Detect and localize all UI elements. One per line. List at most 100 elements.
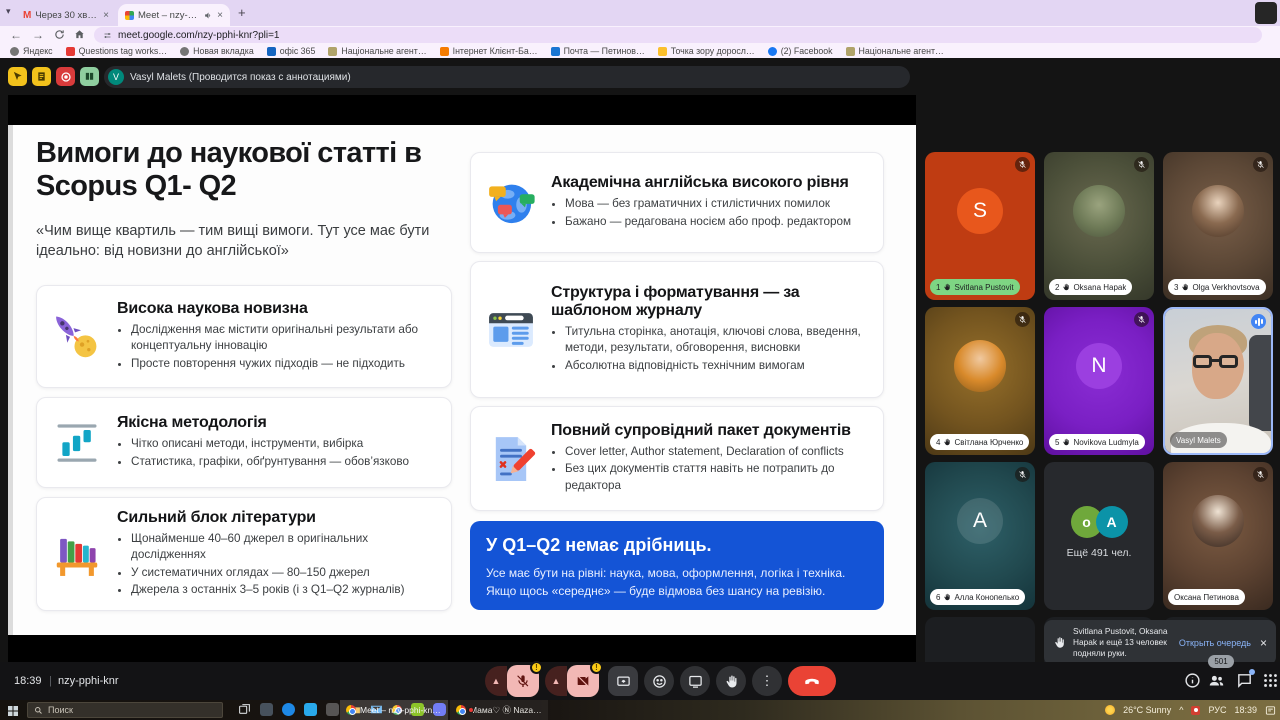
card-bullets: Cover letter, Author statement, Declarat… [551, 444, 871, 493]
bookmark-favicon [180, 47, 189, 56]
participant-tile-vasyl-malets-speaking[interactable]: Vasyl Malets [1163, 307, 1273, 455]
home-icon[interactable] [74, 29, 85, 40]
participant-label: Vasyl Malets [1170, 432, 1227, 448]
raised-hand-icon [943, 593, 951, 601]
bookmark-item[interactable]: Точка зору доросл… [658, 46, 755, 56]
browser-profile-button[interactable] [1255, 2, 1277, 24]
taskbar-search-box[interactable]: Поиск [27, 702, 223, 718]
meeting-time: 18:39 [14, 675, 42, 687]
avatar [1073, 185, 1125, 237]
bookmark-item[interactable]: Questions tag works… [66, 46, 168, 56]
card-title: Сильний блок літератури [117, 509, 439, 527]
browser-tab-gmail[interactable]: M Через 30 хвилин починаються… × [16, 4, 116, 26]
raised-hand-icon [943, 438, 951, 446]
site-settings-icon[interactable] [103, 31, 112, 40]
bookmark-item[interactable]: Почта — Петинов… [551, 46, 645, 56]
address-bar[interactable]: meet.google.com/nzy-pphi-knr?pli=1 [94, 27, 1262, 43]
card-structure: Структура і форматування — за шаблоном ж… [470, 261, 884, 398]
bookmark-item[interactable]: (2) Facebook [768, 46, 833, 56]
keyboard-language[interactable]: РУС [1208, 705, 1226, 715]
task-view-icon[interactable] [238, 703, 251, 716]
app-icon-gray[interactable] [326, 703, 339, 716]
meet-favicon [125, 11, 134, 20]
activities-button[interactable] [1262, 672, 1279, 694]
tab-search-icon[interactable]: ▾ [6, 6, 11, 17]
weather-text[interactable]: 26°C Sunny [1123, 705, 1171, 715]
end-call-icon [803, 672, 821, 690]
participant-tile-olga-verkhovtsova[interactable]: 3 Olga Verkhovtsova [1163, 152, 1273, 300]
tab-audio-icon[interactable] [204, 11, 213, 20]
participant-label: 1 Svitlana Pustovit [930, 279, 1020, 295]
people-icon [1208, 672, 1225, 689]
participant-tile-oksana-petinova[interactable]: Оксана Петинова [1163, 462, 1273, 610]
toast-close-icon[interactable]: × [1260, 636, 1267, 650]
search-placeholder: Поиск [48, 705, 73, 715]
reactions-button[interactable] [644, 666, 674, 696]
participant-tile-novikova-ludmyla[interactable]: N 5 Novikova Ludmyla [1044, 307, 1154, 455]
taskbar-clock[interactable]: 18:39 [1234, 705, 1257, 715]
tab-close-icon[interactable]: × [217, 10, 223, 21]
card-bullets: Титульна сторінка, анотація, ключові сло… [551, 324, 871, 373]
taskbar-window-other[interactable]: Мама♡ Ⓝ Nazar [31… [450, 700, 548, 720]
back-icon[interactable]: ← [10, 28, 22, 42]
bookmark-item[interactable]: Національне агент… [846, 46, 944, 56]
participant-label: Оксана Петинова [1168, 589, 1245, 605]
bookmark-item[interactable]: Національне агент… [328, 46, 426, 56]
raised-hand-icon [943, 283, 951, 291]
notification-center-icon[interactable] [1265, 705, 1276, 716]
end-call-button[interactable] [788, 666, 836, 696]
camera-toggle-button-off[interactable]: ! [567, 665, 599, 697]
bookmark-item[interactable]: офіс 365 [267, 46, 316, 56]
participant-tile-oksana-hapak[interactable]: 2 Oksana Hapak [1044, 152, 1154, 300]
participant-tile-svitlana-yurchenko[interactable]: 4 Світлана Юрченко [925, 307, 1035, 455]
app-icon-dark[interactable] [260, 703, 273, 716]
mic-off-icon [1015, 467, 1030, 482]
participant-label: 3 Olga Verkhovtsova [1168, 279, 1266, 295]
more-options-button[interactable]: ⋮ [752, 666, 782, 696]
annotation-cursor-button[interactable] [8, 67, 27, 86]
open-queue-link[interactable]: Открыть очередь [1179, 638, 1251, 648]
mic-options-chevron[interactable]: ▲ [485, 666, 507, 696]
meeting-info-button[interactable] [1184, 672, 1201, 694]
meet-main-area: V Vasyl Malets (Проводится показ с аннот… [0, 58, 1280, 662]
forward-icon[interactable]: → [32, 28, 44, 42]
bookmark-item[interactable]: Інтернет Клієнт-Ба… [440, 46, 538, 56]
tab-close-icon[interactable]: × [103, 10, 109, 21]
new-tab-button[interactable]: + [238, 5, 246, 20]
tray-app-icon[interactable] [1191, 706, 1200, 715]
start-button[interactable] [7, 704, 19, 720]
annotation-notes-button[interactable] [32, 67, 51, 86]
participant-tile-alla-konopelko[interactable]: A 6 Алла Конопелько [925, 462, 1035, 610]
present-button[interactable] [680, 666, 710, 696]
record-indicator-button[interactable] [56, 67, 75, 86]
participant-tile-svitlana-pustovit[interactable]: S 1 Svitlana Pustovit [925, 152, 1035, 300]
participants-button[interactable] [1208, 672, 1225, 694]
smiley-icon [652, 674, 667, 689]
bookmark-item[interactable]: Яндекс [10, 46, 53, 56]
presenter-avatar: V [108, 69, 124, 85]
browser-tab-meet-active[interactable]: Meet – nzy-pphi-knr × [118, 4, 230, 26]
screen: ▾ M Через 30 хвилин починаються… × Meet … [0, 0, 1280, 720]
screen-share-button[interactable] [608, 666, 638, 696]
card-methodology: Якісна методологія Чітко описані методи,… [36, 397, 452, 488]
bookmark-item[interactable]: Новая вкладка [180, 46, 254, 56]
chat-button[interactable] [1236, 672, 1253, 694]
raise-hand-button[interactable] [716, 666, 746, 696]
reload-icon[interactable] [54, 29, 65, 40]
bookmark-favicon [267, 47, 276, 56]
outlook-icon[interactable] [282, 703, 295, 716]
screen-share-icon [616, 674, 631, 689]
camera-warning-badge: ! [590, 661, 603, 674]
card-title: Структура і форматування — за шаблоном ж… [551, 284, 851, 320]
notes-icon [36, 71, 47, 82]
camera-options-chevron[interactable]: ▲ [545, 666, 567, 696]
taskbar-window-meet[interactable]: Meet – nzy-pphi-knr… [340, 700, 448, 720]
mic-toggle-button-muted[interactable]: ! [507, 665, 539, 697]
tray-expand-caret[interactable]: ^ [1179, 705, 1183, 715]
weather-sun-icon[interactable] [1105, 705, 1115, 715]
raise-hand-icon [724, 674, 739, 689]
dictionary-button[interactable] [80, 67, 99, 86]
overflow-participants-tile[interactable]: o A Ещё 491 чел. [1044, 462, 1154, 610]
telegram-icon[interactable] [304, 703, 317, 716]
presentation-stage[interactable]: Вимоги до наукової статті в Scopus Q1- Q… [8, 95, 916, 662]
